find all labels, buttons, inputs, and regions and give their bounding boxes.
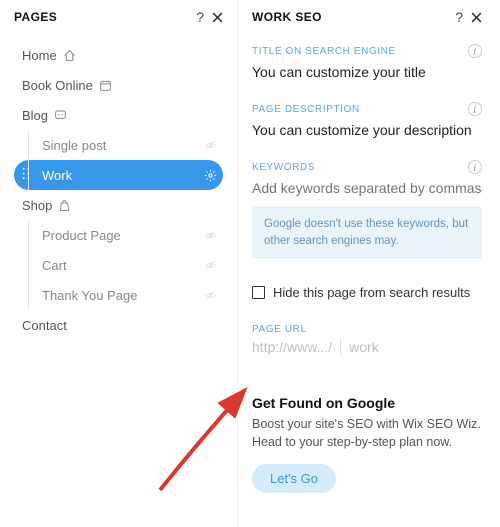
keywords-field: KEYWORDS i Google doesn't use these keyw… (252, 160, 482, 259)
calendar-icon (99, 79, 112, 92)
url-label-row: PAGE URL (252, 324, 482, 335)
pages-title: PAGES (14, 10, 188, 24)
page-label: Shop (22, 198, 52, 213)
page-label: Home (22, 48, 57, 63)
page-item-thank-you-page[interactable]: Thank You Page (14, 280, 223, 310)
seo-header: WORK SEO ? (252, 10, 482, 36)
pages-tree: Home Book Online Blog Single post Work Shop Pr… (14, 40, 223, 340)
close-icon[interactable] (212, 12, 223, 23)
hide-from-search-checkbox[interactable]: Hide this page from search results (252, 285, 482, 300)
title-label-row: TITLE ON SEARCH ENGINE i (252, 44, 482, 58)
url-prefix: http://www.../ (252, 339, 332, 355)
page-item-blog[interactable]: Blog (14, 100, 223, 130)
page-label: Book Online (22, 78, 93, 93)
drag-handle-icon[interactable] (20, 167, 33, 183)
info-icon[interactable]: i (468, 102, 482, 116)
keywords-note: Google doesn't use these keywords, but o… (252, 206, 482, 259)
seo-panel: WORK SEO ? TITLE ON SEARCH ENGINE i PAGE… (238, 0, 500, 527)
page-label: Thank You Page (42, 288, 204, 303)
description-input[interactable] (252, 120, 482, 140)
pages-panel: PAGES ? Home Book Online Blog Single post Wo… (0, 0, 238, 527)
title-field: TITLE ON SEARCH ENGINE i (252, 44, 482, 82)
checkbox-box[interactable] (252, 286, 265, 299)
description-field: PAGE DESCRIPTION i (252, 102, 482, 140)
settings-icon[interactable] (204, 169, 217, 182)
hidden-icon (204, 259, 217, 272)
bag-icon (58, 199, 71, 212)
page-label: Blog (22, 108, 48, 123)
home-icon (63, 49, 76, 62)
page-label: Contact (22, 318, 217, 333)
help-icon[interactable]: ? (196, 10, 204, 24)
description-label-row: PAGE DESCRIPTION i (252, 102, 482, 116)
hidden-icon (204, 139, 217, 152)
title-label: TITLE ON SEARCH ENGINE (252, 46, 468, 57)
hidden-icon (204, 229, 217, 242)
page-label: Single post (42, 138, 204, 153)
description-label: PAGE DESCRIPTION (252, 104, 468, 115)
page-item-work[interactable]: Work (14, 160, 223, 190)
page-item-contact[interactable]: Contact (14, 310, 223, 340)
page-item-product-page[interactable]: Product Page (14, 220, 223, 250)
bubble-icon (54, 109, 67, 122)
url-slug[interactable]: work (349, 339, 379, 355)
info-icon[interactable]: i (468, 160, 482, 174)
pages-header: PAGES ? (14, 10, 223, 36)
help-icon[interactable]: ? (455, 10, 463, 24)
title-input[interactable] (252, 62, 482, 82)
keywords-input[interactable] (252, 178, 482, 198)
page-label: Cart (42, 258, 204, 273)
hide-label: Hide this page from search results (273, 285, 470, 300)
page-url-field: PAGE URL http://www.../ work (252, 324, 482, 355)
url-row: http://www.../ work (252, 339, 482, 355)
page-item-shop[interactable]: Shop (14, 190, 223, 220)
cta-description: Boost your site's SEO with Wix SEO Wiz. … (252, 415, 482, 451)
hidden-icon (204, 289, 217, 302)
info-icon[interactable]: i (468, 44, 482, 58)
page-label: Product Page (42, 228, 204, 243)
keywords-label-row: KEYWORDS i (252, 160, 482, 174)
page-item-home[interactable]: Home (14, 40, 223, 70)
url-separator (340, 339, 341, 355)
page-item-single-post[interactable]: Single post (14, 130, 223, 160)
close-icon[interactable] (471, 12, 482, 23)
page-item-book-online[interactable]: Book Online (14, 70, 223, 100)
lets-go-button[interactable]: Let's Go (252, 464, 336, 493)
url-label: PAGE URL (252, 324, 482, 335)
seo-cta-block: Get Found on Google Boost your site's SE… (252, 395, 482, 492)
seo-title: WORK SEO (252, 10, 447, 24)
page-label: Work (42, 168, 204, 183)
keywords-label: KEYWORDS (252, 162, 468, 173)
cta-title: Get Found on Google (252, 395, 482, 411)
page-item-cart[interactable]: Cart (14, 250, 223, 280)
